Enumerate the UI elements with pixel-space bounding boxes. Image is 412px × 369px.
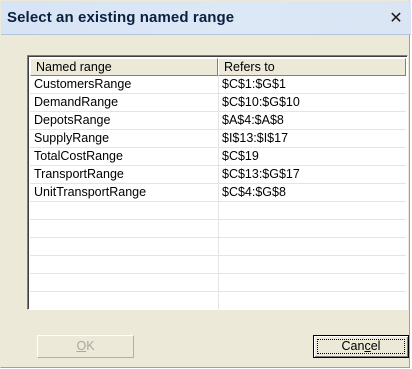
named-range-cell: TransportRange bbox=[34, 167, 124, 181]
dialog-title: Select an existing named range bbox=[7, 9, 235, 26]
named-range-cell bbox=[30, 256, 218, 273]
named-range-cell bbox=[30, 238, 218, 255]
list-item[interactable]: CustomersRange $C$1:$G$1 bbox=[30, 76, 406, 94]
column-header-named-range[interactable]: Named range bbox=[30, 58, 218, 76]
named-range-cell bbox=[30, 292, 218, 309]
list-item[interactable] bbox=[30, 202, 406, 220]
refers-to-cell bbox=[218, 238, 406, 255]
list-item[interactable] bbox=[30, 256, 406, 274]
list-item[interactable] bbox=[30, 274, 406, 292]
list-rows: CustomersRange $C$1:$G$1 DemandRange $C$10:… bbox=[30, 76, 406, 309]
refers-to-cell bbox=[218, 274, 406, 291]
refers-to-cell bbox=[218, 256, 406, 273]
named-range-cell bbox=[30, 220, 218, 237]
named-range-cell: SupplyRange bbox=[34, 131, 110, 145]
named-range-cell: CustomersRange bbox=[34, 77, 132, 91]
refers-to-cell: $C$19 bbox=[222, 149, 259, 163]
list-item[interactable]: UnitTransportRange $C$4:$G$8 bbox=[30, 184, 406, 202]
named-range-cell bbox=[30, 202, 218, 219]
named-range-cell: DemandRange bbox=[34, 95, 119, 109]
named-range-cell: UnitTransportRange bbox=[34, 185, 147, 199]
named-range-list[interactable]: Named range Refers to CustomersRange $C$1… bbox=[27, 55, 408, 310]
list-item[interactable] bbox=[30, 220, 406, 238]
refers-to-cell: $C$10:$G$10 bbox=[222, 95, 300, 109]
refers-to-cell bbox=[218, 220, 406, 237]
list-item[interactable]: DemandRange $C$10:$G$10 bbox=[30, 94, 406, 112]
title-bar[interactable]: Select an existing named range ✕ bbox=[1, 1, 411, 35]
list-item[interactable]: DepotsRange $A$4:$A$8 bbox=[30, 112, 406, 130]
named-range-cell: DepotsRange bbox=[34, 113, 111, 127]
refers-to-cell bbox=[218, 292, 406, 309]
refers-to-cell: $C$13:$G$17 bbox=[222, 167, 300, 181]
close-icon[interactable]: ✕ bbox=[387, 9, 405, 27]
named-range-cell bbox=[30, 274, 218, 291]
list-item[interactable]: SupplyRange $I$13:$I$17 bbox=[30, 130, 406, 148]
list-item[interactable] bbox=[30, 292, 406, 309]
list-item[interactable]: TransportRange $C$13:$G$17 bbox=[30, 166, 406, 184]
column-header-refers-to[interactable]: Refers to bbox=[218, 58, 406, 76]
refers-to-cell: $I$13:$I$17 bbox=[222, 131, 289, 145]
cancel-button-label: Cancel bbox=[341, 339, 381, 353]
refers-to-cell bbox=[218, 202, 406, 219]
cancel-button[interactable]: Cancel bbox=[313, 335, 409, 358]
list-item[interactable]: TotalCostRange $C$19 bbox=[30, 148, 406, 166]
ok-button-label: OK bbox=[76, 339, 95, 353]
named-range-dialog: Select an existing named range ✕ Named r… bbox=[0, 0, 411, 368]
ok-button[interactable]: OK bbox=[37, 335, 134, 358]
refers-to-cell: $C$4:$G$8 bbox=[222, 185, 286, 199]
named-range-cell: TotalCostRange bbox=[34, 149, 123, 163]
refers-to-cell: $C$1:$G$1 bbox=[222, 77, 286, 91]
list-item[interactable] bbox=[30, 238, 406, 256]
refers-to-cell: $A$4:$A$8 bbox=[222, 113, 284, 127]
